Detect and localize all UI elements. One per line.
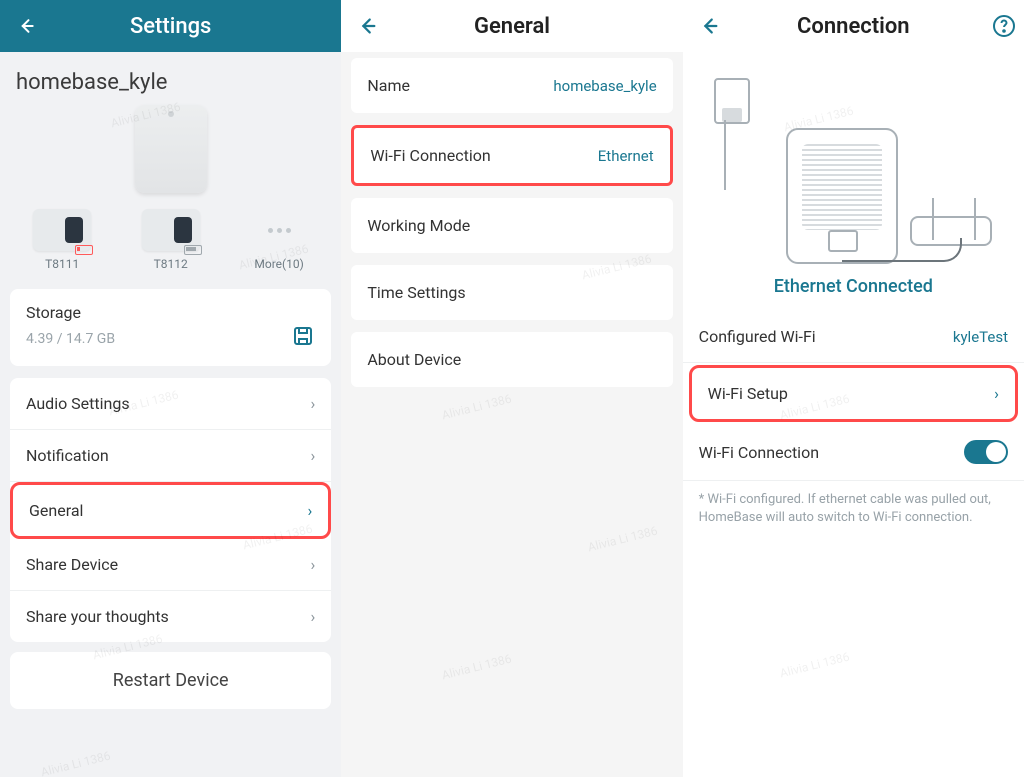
row-general[interactable]: General › bbox=[10, 482, 331, 539]
restart-device-button[interactable]: Restart Device bbox=[10, 652, 331, 709]
outlet-icon bbox=[714, 78, 750, 124]
disk-icon[interactable] bbox=[291, 324, 315, 352]
connection-header: Connection bbox=[683, 0, 1024, 52]
watermark: Alivia Li 1386 bbox=[778, 650, 851, 681]
row-configured-wifi[interactable]: Configured Wi-Fi kyleTest bbox=[683, 311, 1024, 363]
row-label: General bbox=[29, 501, 83, 520]
camera-icon bbox=[33, 209, 91, 251]
general-header: General bbox=[341, 0, 682, 52]
device-item-t8112[interactable]: T8112 bbox=[142, 209, 200, 271]
row-label: Configured Wi-Fi bbox=[699, 327, 816, 346]
chevron-right-icon: › bbox=[308, 501, 313, 520]
battery-icon bbox=[184, 245, 202, 255]
chevron-right-icon: › bbox=[311, 607, 316, 626]
storage-label: Storage bbox=[26, 303, 315, 322]
device-item-t8111[interactable]: T8111 bbox=[33, 209, 91, 271]
wifi-footnote: * Wi-Fi configured. If ethernet cable wa… bbox=[683, 481, 1024, 527]
connection-title: Connection bbox=[697, 14, 1010, 39]
help-icon[interactable] bbox=[992, 14, 1016, 38]
row-working-mode[interactable]: Working Mode bbox=[351, 198, 672, 253]
watermark: Alivia Li 1386 bbox=[587, 524, 660, 555]
row-label: Notification bbox=[26, 446, 109, 465]
row-value: homebase_kyle bbox=[553, 77, 656, 95]
device-name: homebase_kyle bbox=[0, 52, 341, 101]
row-wifi-connection[interactable]: Wi-Fi Connection Ethernet bbox=[351, 125, 672, 186]
row-value: Ethernet bbox=[598, 147, 654, 165]
chevron-right-icon: › bbox=[994, 384, 999, 403]
row-label: About Device bbox=[367, 350, 461, 369]
row-wifi-connection-toggle: Wi-Fi Connection bbox=[683, 424, 1024, 481]
row-wifi-setup[interactable]: Wi-Fi Setup › bbox=[689, 365, 1018, 422]
more-label: More(10) bbox=[254, 257, 303, 271]
watermark: Alivia Li 1386 bbox=[441, 652, 514, 683]
row-label: Working Mode bbox=[367, 216, 470, 235]
row-time-settings[interactable]: Time Settings bbox=[351, 265, 672, 320]
camera-icon bbox=[142, 209, 200, 251]
row-label: Share Device bbox=[26, 555, 118, 574]
row-about-device[interactable]: About Device bbox=[351, 332, 672, 387]
row-label: Name bbox=[367, 76, 410, 95]
row-label: Wi-Fi Connection bbox=[370, 146, 490, 165]
row-label: Time Settings bbox=[367, 283, 465, 302]
row-label: Share your thoughts bbox=[26, 607, 169, 626]
chevron-right-icon: › bbox=[311, 446, 316, 465]
wifi-toggle[interactable] bbox=[964, 440, 1008, 464]
watermark: Alivia Li 1386 bbox=[39, 749, 112, 779]
device-item-more[interactable]: More(10) bbox=[250, 209, 308, 271]
connection-panel: Connection Ethernet Connected Configured… bbox=[683, 0, 1024, 777]
general-title: General bbox=[355, 14, 668, 39]
ethernet-status: Ethernet Connected bbox=[683, 276, 1024, 297]
row-value: kyleTest bbox=[953, 328, 1008, 346]
row-name[interactable]: Name homebase_kyle bbox=[351, 58, 672, 113]
watermark: Alivia Li 1386 bbox=[441, 392, 514, 423]
general-panel: General Name homebase_kyle Wi-Fi Connect… bbox=[341, 0, 682, 777]
row-share-device[interactable]: Share Device › bbox=[10, 539, 331, 591]
hub-image bbox=[0, 101, 341, 203]
row-label: Wi-Fi Setup bbox=[708, 384, 788, 403]
connection-illustration bbox=[708, 60, 998, 270]
row-audio-settings[interactable]: Audio Settings › bbox=[10, 378, 331, 430]
row-share-thoughts[interactable]: Share your thoughts › bbox=[10, 591, 331, 642]
chevron-right-icon: › bbox=[311, 394, 316, 413]
row-label: Audio Settings bbox=[26, 394, 130, 413]
row-notification[interactable]: Notification › bbox=[10, 430, 331, 482]
restart-label: Restart Device bbox=[113, 670, 229, 691]
chevron-right-icon: › bbox=[311, 555, 316, 574]
settings-header: Settings bbox=[0, 0, 341, 52]
settings-list: Audio Settings › Notification › General … bbox=[10, 378, 331, 642]
row-label: Wi-Fi Connection bbox=[699, 443, 819, 462]
device-label: T8112 bbox=[154, 257, 188, 271]
battery-low-icon bbox=[75, 245, 93, 255]
devices-row: T8111 T8112 More(10) bbox=[0, 203, 341, 285]
device-label: T8111 bbox=[45, 257, 79, 271]
settings-title: Settings bbox=[14, 14, 327, 39]
settings-panel: Settings homebase_kyle T8111 T8112 More(… bbox=[0, 0, 341, 777]
storage-card[interactable]: Storage 4.39 / 14.7 GB bbox=[10, 289, 331, 366]
more-icon bbox=[250, 209, 308, 251]
storage-value: 4.39 / 14.7 GB bbox=[26, 331, 115, 347]
